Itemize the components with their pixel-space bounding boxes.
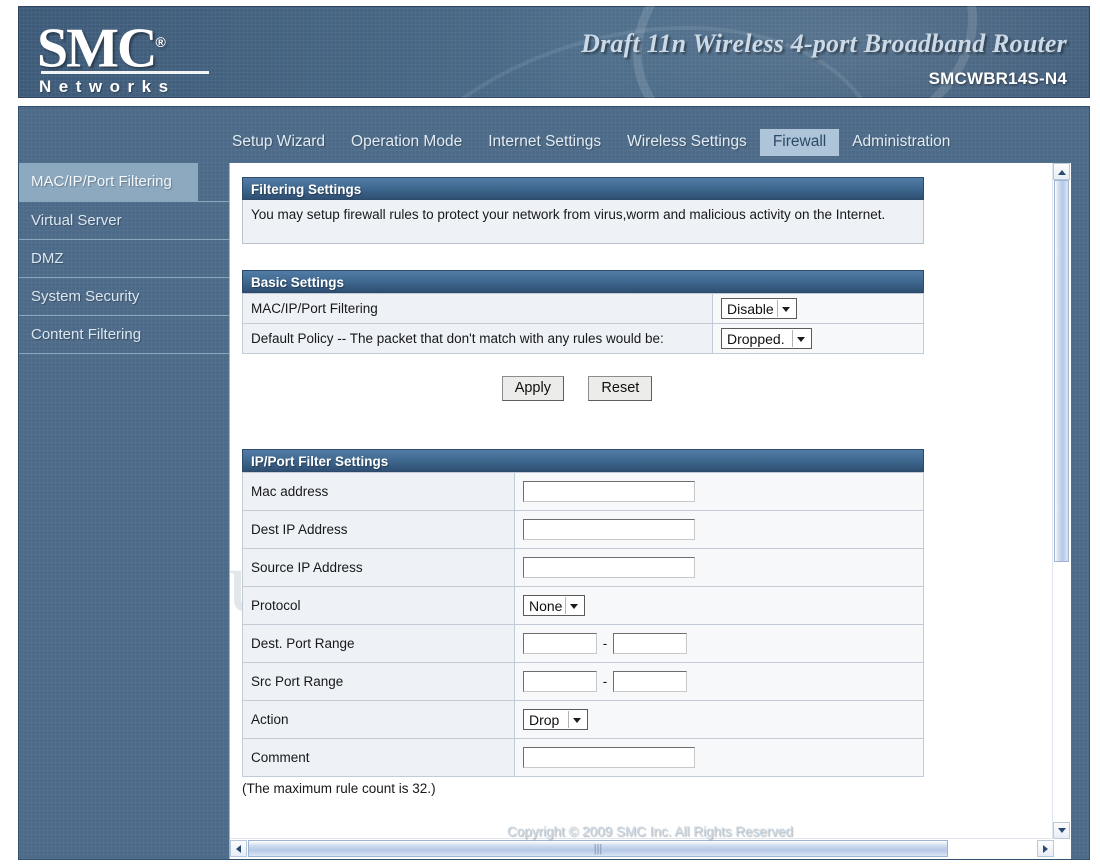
sidebar-item-virtual-server[interactable]: Virtual Server — [19, 202, 229, 240]
vertical-scroll-track[interactable] — [1053, 180, 1071, 822]
router-admin-page: SMC® Networks Draft 11n Wireless 4-port … — [0, 0, 1100, 864]
comment-input[interactable] — [523, 747, 695, 768]
settings-forms: Filtering Settings You may setup firewal… — [230, 163, 1054, 796]
row-value-source-ip-address — [514, 548, 924, 587]
src-port-range-start-input[interactable] — [523, 671, 597, 692]
select-value: Dropped. — [727, 331, 785, 347]
table-row: Comment — [242, 738, 924, 777]
product-model: SMCWBR14S-N4 — [928, 69, 1067, 88]
ip-port-filter-table: Mac address Dest IP Address Source IP Ad… — [242, 472, 924, 777]
default-policy-select[interactable]: Dropped. — [721, 328, 812, 349]
table-row: Dest IP Address — [242, 510, 924, 549]
nav-item-setup-wizard[interactable]: Setup Wizard — [219, 129, 338, 156]
row-value-comment — [514, 738, 924, 777]
basic-row-label-default-policy: Default Policy -- The packet that don't … — [242, 323, 713, 354]
page-banner: SMC® Networks Draft 11n Wireless 4-port … — [0, 0, 1100, 100]
mac-ip-port-filtering-select[interactable]: Disable — [721, 298, 797, 319]
logo-divider — [41, 71, 209, 74]
reset-button[interactable]: Reset — [588, 376, 653, 401]
filtering-settings-header: Filtering Settings — [242, 177, 924, 200]
sidebar-item-dmz[interactable]: DMZ — [19, 240, 229, 278]
table-row: Action Drop — [242, 700, 924, 739]
row-value-dest-port-range: - — [514, 624, 924, 663]
select-value: Drop — [529, 712, 560, 728]
source-ip-address-input[interactable] — [523, 557, 695, 578]
dest-port-range-separator: - — [602, 636, 608, 651]
row-label-src-port-range: Src Port Range — [242, 662, 515, 701]
max-rule-count-note: (The maximum rule count is 32.) — [242, 781, 436, 796]
banner-background: SMC® Networks Draft 11n Wireless 4-port … — [18, 0, 1090, 100]
registered-trademark-icon: ® — [155, 34, 166, 50]
row-value-src-port-range: - — [514, 662, 924, 701]
sidebar-item-system-security[interactable]: System Security — [19, 278, 229, 316]
table-row: Src Port Range - — [242, 662, 924, 701]
sidebar-menu: MAC/IP/Port Filtering Virtual Server DMZ… — [19, 163, 229, 859]
smc-logo: SMC® — [37, 13, 166, 78]
sidebar-item-label[interactable]: MAC/IP/Port Filtering — [19, 163, 198, 201]
basic-settings-table: MAC/IP/Port Filtering Disable Default Po… — [242, 293, 924, 354]
action-select[interactable]: Drop — [523, 709, 589, 730]
basic-row-label-filtering: MAC/IP/Port Filtering — [242, 293, 713, 324]
nav-item-wireless-settings[interactable]: Wireless Settings — [614, 129, 760, 156]
row-value-protocol: None — [514, 586, 924, 625]
sidebar-item-mac-ip-port-filtering[interactable]: MAC/IP/Port Filtering — [19, 163, 229, 202]
row-value-dest-ip-address — [514, 510, 924, 549]
nav-item-firewall[interactable]: Firewall — [759, 128, 840, 156]
row-label-mac-address: Mac address — [242, 472, 515, 511]
scroll-up-button[interactable] — [1053, 163, 1070, 180]
dest-port-range-end-input[interactable] — [613, 633, 687, 654]
apply-button[interactable]: Apply — [501, 376, 564, 401]
main-navigation: Setup Wizard Operation Mode Internet Set… — [19, 127, 1089, 157]
content-scroll-area: SetupRouter.com Filtering Settings You m… — [230, 163, 1054, 839]
sidebar-item-content-filtering[interactable]: Content Filtering — [19, 316, 229, 354]
table-row: Default Policy -- The packet that don't … — [242, 323, 924, 354]
page-footer: Copyright © 2009 SMC Inc. All Rights Res… — [229, 803, 1071, 859]
select-value: None — [529, 598, 563, 614]
basic-settings-buttons: Apply Reset — [230, 376, 924, 401]
table-row: Source IP Address — [242, 548, 924, 587]
basic-row-value-filtering: Disable — [712, 293, 924, 324]
src-port-range-separator: - — [602, 674, 608, 689]
table-row: Protocol None — [242, 586, 924, 625]
vertical-scroll-thumb[interactable] — [1054, 180, 1069, 562]
dest-port-range-start-input[interactable] — [523, 633, 597, 654]
filtering-settings-description: You may setup firewall rules to protect … — [242, 200, 924, 244]
row-label-protocol: Protocol — [242, 586, 515, 625]
body-frame: Setup Wizard Operation Mode Internet Set… — [18, 106, 1090, 860]
nav-item-administration[interactable]: Administration — [839, 129, 963, 156]
nav-item-internet-settings[interactable]: Internet Settings — [475, 129, 614, 156]
src-port-range-end-input[interactable] — [613, 671, 687, 692]
row-value-mac-address — [514, 472, 924, 511]
row-label-dest-port-range: Dest. Port Range — [242, 624, 515, 663]
table-row: Dest. Port Range - — [242, 624, 924, 663]
row-value-action: Drop — [514, 700, 924, 739]
smc-logo-subtitle: Networks — [39, 77, 176, 96]
nav-item-operation-mode[interactable]: Operation Mode — [338, 129, 475, 156]
row-label-action: Action — [242, 700, 515, 739]
row-label-dest-ip-address: Dest IP Address — [242, 510, 515, 549]
select-value: Disable — [727, 301, 774, 317]
row-label-comment: Comment — [242, 738, 515, 777]
vertical-scrollbar[interactable] — [1052, 163, 1071, 839]
page-body: Setup Wizard Operation Mode Internet Set… — [0, 104, 1100, 864]
copyright-text: Copyright © 2009 SMC Inc. All Rights Res… — [506, 823, 794, 839]
table-row: MAC/IP/Port Filtering Disable — [242, 293, 924, 324]
basic-settings-header: Basic Settings — [242, 270, 924, 293]
table-row: Mac address — [242, 472, 924, 511]
mac-address-input[interactable] — [523, 481, 695, 502]
content-panel: SetupRouter.com Filtering Settings You m… — [229, 163, 1071, 859]
basic-row-value-default-policy: Dropped. — [712, 323, 924, 354]
product-title: Draft 11n Wireless 4-port Broadband Rout… — [581, 29, 1067, 58]
chevron-up-icon — [1058, 170, 1066, 175]
row-label-source-ip-address: Source IP Address — [242, 548, 515, 587]
ip-port-filter-settings-header: IP/Port Filter Settings — [242, 449, 924, 472]
dest-ip-address-input[interactable] — [523, 519, 695, 540]
protocol-select[interactable]: None — [523, 595, 586, 616]
